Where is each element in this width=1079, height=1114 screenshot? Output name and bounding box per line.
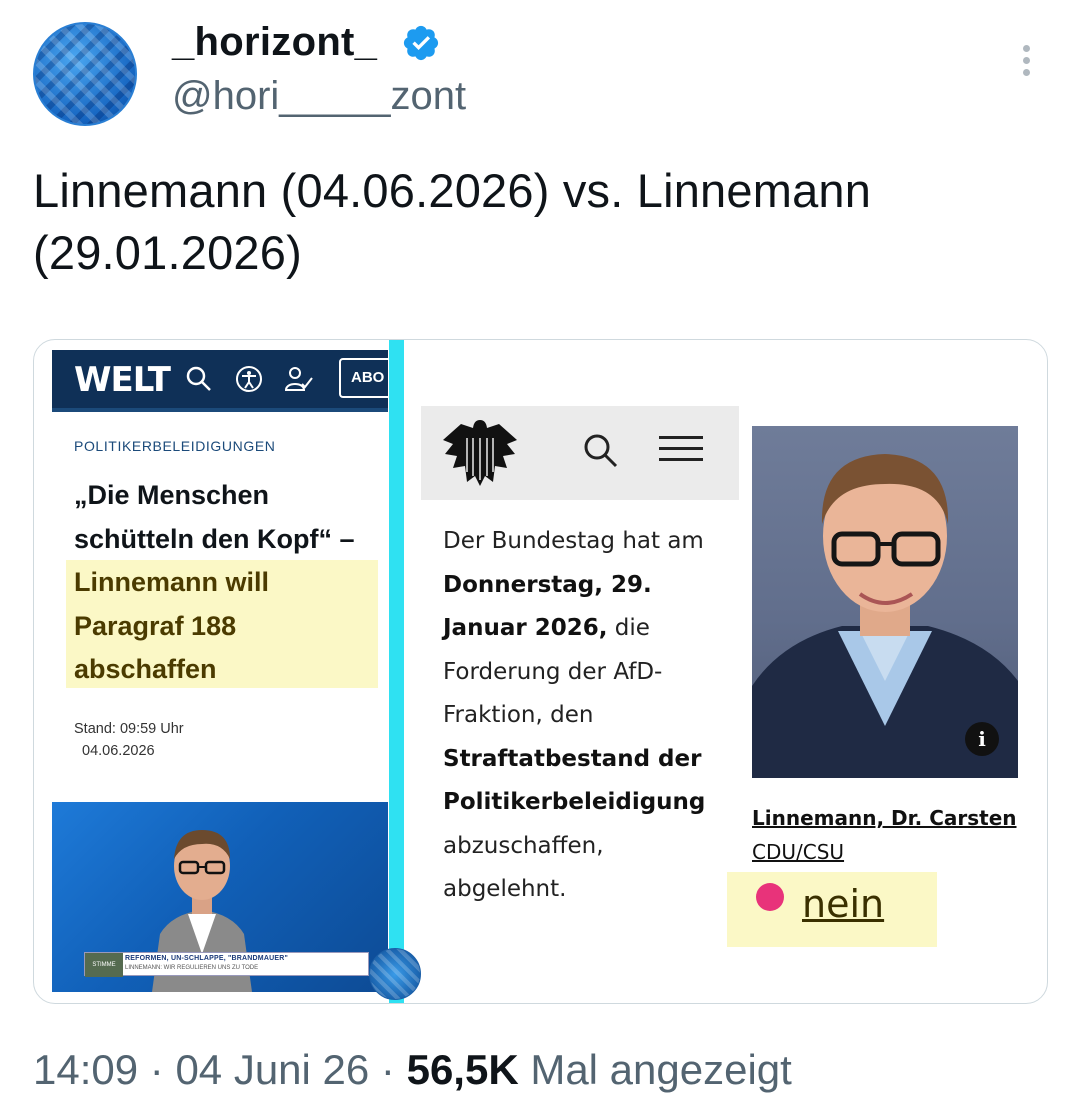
hamburger-menu-icon [659,436,703,466]
tweet-date[interactable]: 04 Juni 26 [175,1046,369,1093]
desc-part1: Der Bundestag hat am [443,528,704,554]
headline-highlighted: Linnemann will Paragraf 188 abschaffen [74,567,270,684]
image-divider [389,340,404,1003]
author-handle[interactable]: @hori_____zont [172,74,466,119]
watermark-avatar-icon [369,948,421,1000]
views-label: Mal angezeigt [518,1046,792,1093]
mp-name-link: Linnemann, Dr. Carsten [752,806,1017,830]
user-login-icon [284,367,313,391]
bundestag-vote-description: Der Bundestag hat am Donnerstag, 29. Jan… [443,520,733,912]
vote-result: nein [802,882,885,926]
tweet-time[interactable]: 14:09 [33,1046,138,1093]
video-thumbnail: STIMME REFORMEN, UN-SCHLAPPE, "BRANDMAUE… [52,802,388,992]
tweet-meta: 14:09 · 04 Juni 26 · 56,5K Mal angezeigt [33,1046,792,1094]
verified-badge-icon [403,25,439,61]
headline-plain: „Die Menschen schütteln den Kopf“ – [74,480,355,554]
tweet-text: Linnemann (04.06.2026) vs. Linnemann (29… [33,164,872,279]
video-lower-third: STIMME REFORMEN, UN-SCHLAPPE, "BRANDMAUE… [84,952,369,977]
photo-info-icon: i [965,722,999,756]
search-icon [186,366,211,391]
vote-no-dot-icon [756,883,784,911]
article-headline: „Die Menschen schütteln den Kopf“ – Linn… [74,474,384,692]
meta-separator: · [369,1046,407,1093]
stand-date: 04.06.2026 [82,743,155,759]
meta-separator: · [138,1046,176,1093]
bundestag-header [421,406,739,500]
more-options-icon[interactable] [1013,45,1039,85]
welt-logo: WELT [74,360,171,400]
stand-label: Stand: 09:59 Uhr [74,721,184,737]
welt-header: WELT ABO [52,350,399,412]
welt-article-screenshot: WELT ABO POLITIKERBELEIDIGUNGEN „Die Men… [52,350,399,992]
view-count[interactable]: 56,5K [407,1046,519,1093]
accessibility-icon [236,366,262,392]
media-card[interactable]: WELT ABO POLITIKERBELEIDIGUNGEN „Die Men… [33,339,1048,1004]
author-display-name[interactable]: _horizont_ [172,20,377,65]
video-caption-line1: REFORMEN, UN-SCHLAPPE, "BRANDMAUER" [125,955,288,962]
desc-part3: abzuschaffen, abgelehnt. [443,832,604,903]
video-tag: STIMME [85,953,123,977]
bundestag-eagle-icon [443,420,517,486]
search-icon [584,434,618,468]
mp-party-link: CDU/CSU [752,840,845,864]
mp-portrait-photo: i [752,426,1018,778]
article-timestamp: Stand: 09:59 Uhr 04.06.2026 [74,718,184,762]
article-kicker: POLITIKERBELEIDIGUNGEN [74,438,276,454]
video-caption-line2: LINNEMANN: WIR REGULIEREN UNS ZU TODE [125,965,259,971]
desc-offense: Straftatbestand der Politikerbeleidigung [443,745,706,816]
author-avatar[interactable] [33,22,137,126]
